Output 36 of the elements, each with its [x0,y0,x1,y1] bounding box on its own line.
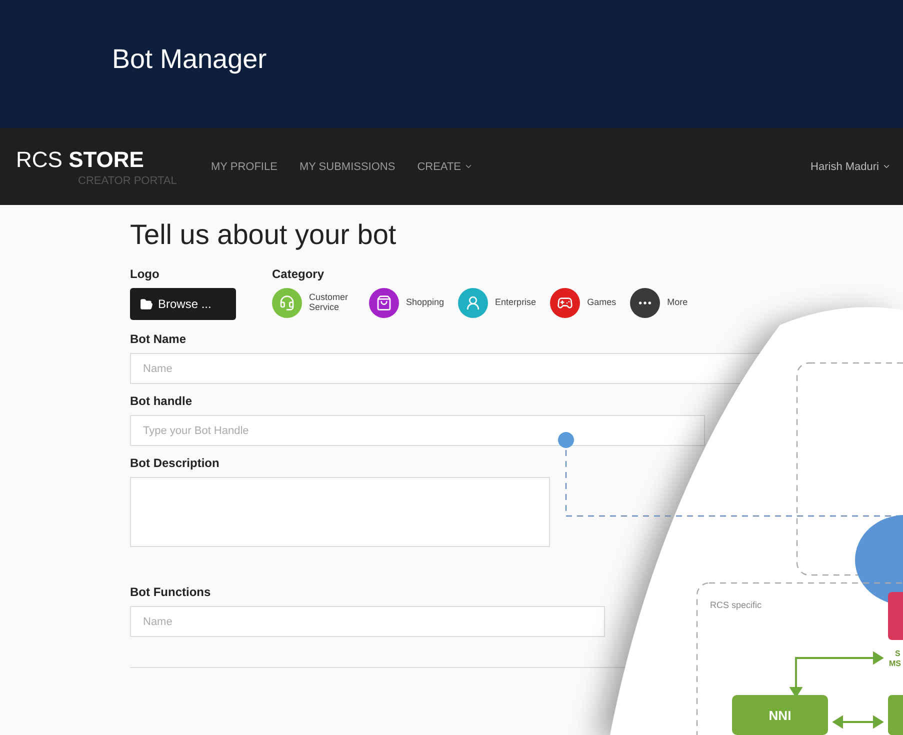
node-dot [558,432,574,448]
caret-icon [464,162,474,171]
field-label: Bot handle [130,394,193,408]
category-label: Customer Service [309,293,350,313]
category-label: Shopping [406,298,444,308]
caret-icon [882,162,891,171]
field-label: Bot Description [130,456,220,470]
input-field[interactable]: Name [130,606,605,637]
category-label: Enterprise [495,298,536,308]
category-label: More [667,298,688,308]
nav-link[interactable]: CREATE [417,160,474,172]
slide-title: Bot Manager [112,44,267,74]
field-label: Bot Functions [130,585,212,599]
folder-icon [140,298,153,310]
double-arrow [832,715,884,729]
field-label: Logo [130,267,160,281]
user-menu[interactable]: Harish Maduri [810,160,891,172]
node-caption: MS [889,659,901,668]
node-box [888,592,903,640]
node-caption: S [895,649,900,658]
form-heading: Tell us about your bot [130,219,398,251]
node-box [888,695,903,735]
nav-link[interactable]: MY PROFILE [211,160,278,172]
category-icon[interactable] [550,288,580,318]
category-label: Games [587,298,616,308]
group-label: RCS specific [710,600,762,610]
category-icon[interactable] [369,288,399,318]
brand-logo[interactable]: RCS STORE [16,146,206,172]
browse-button[interactable]: Browse ... [130,288,236,320]
node-label: NNI [768,708,792,723]
nav-link[interactable]: MY SUBMISSIONS [299,160,396,172]
input-field[interactable]: Name [130,353,760,384]
field-label: Bot Name [130,332,188,346]
input-field[interactable]: Type your Bot Handle [130,415,705,446]
field-label: Category [272,267,326,281]
category-icon[interactable] [630,288,660,318]
